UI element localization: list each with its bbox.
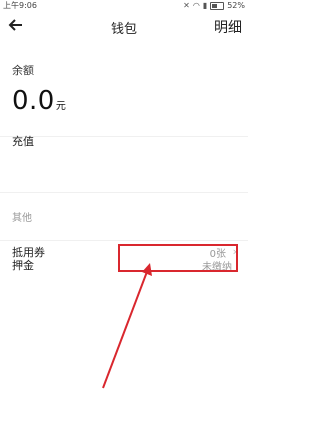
balance-value: 0.0 [12,86,55,116]
balance-unit: 元 [55,101,67,112]
battery-percent: 52% [227,1,245,10]
deposit-label: 押金 [12,259,34,272]
annotation-arrow [102,263,152,389]
status-time: 上午9:06 [3,1,37,10]
signal-icon: ▮ [202,1,208,10]
status-bar: 上午9:06 ✕ ◠ ▮ 52% [0,0,248,12]
recharge-row[interactable]: 充值 [0,124,248,156]
detail-button[interactable]: 明细 [214,17,242,37]
balance-label: 余额 [12,64,34,77]
divider [0,192,248,193]
recharge-label: 充值 [12,135,34,148]
wifi-icon: ◠ [192,1,200,10]
battery-icon [210,2,225,10]
mute-icon: ✕ [183,1,190,10]
divider [0,240,248,241]
other-section-header: 其他 [12,213,32,224]
balance-amount: 0.0元 [12,86,66,122]
status-icons: ✕ ◠ ▮ 52% [183,0,245,12]
annotation-highlight-box [118,244,238,272]
page-title: 钱包 [110,22,137,37]
nav-bar: 钱包 明细 [0,12,248,42]
